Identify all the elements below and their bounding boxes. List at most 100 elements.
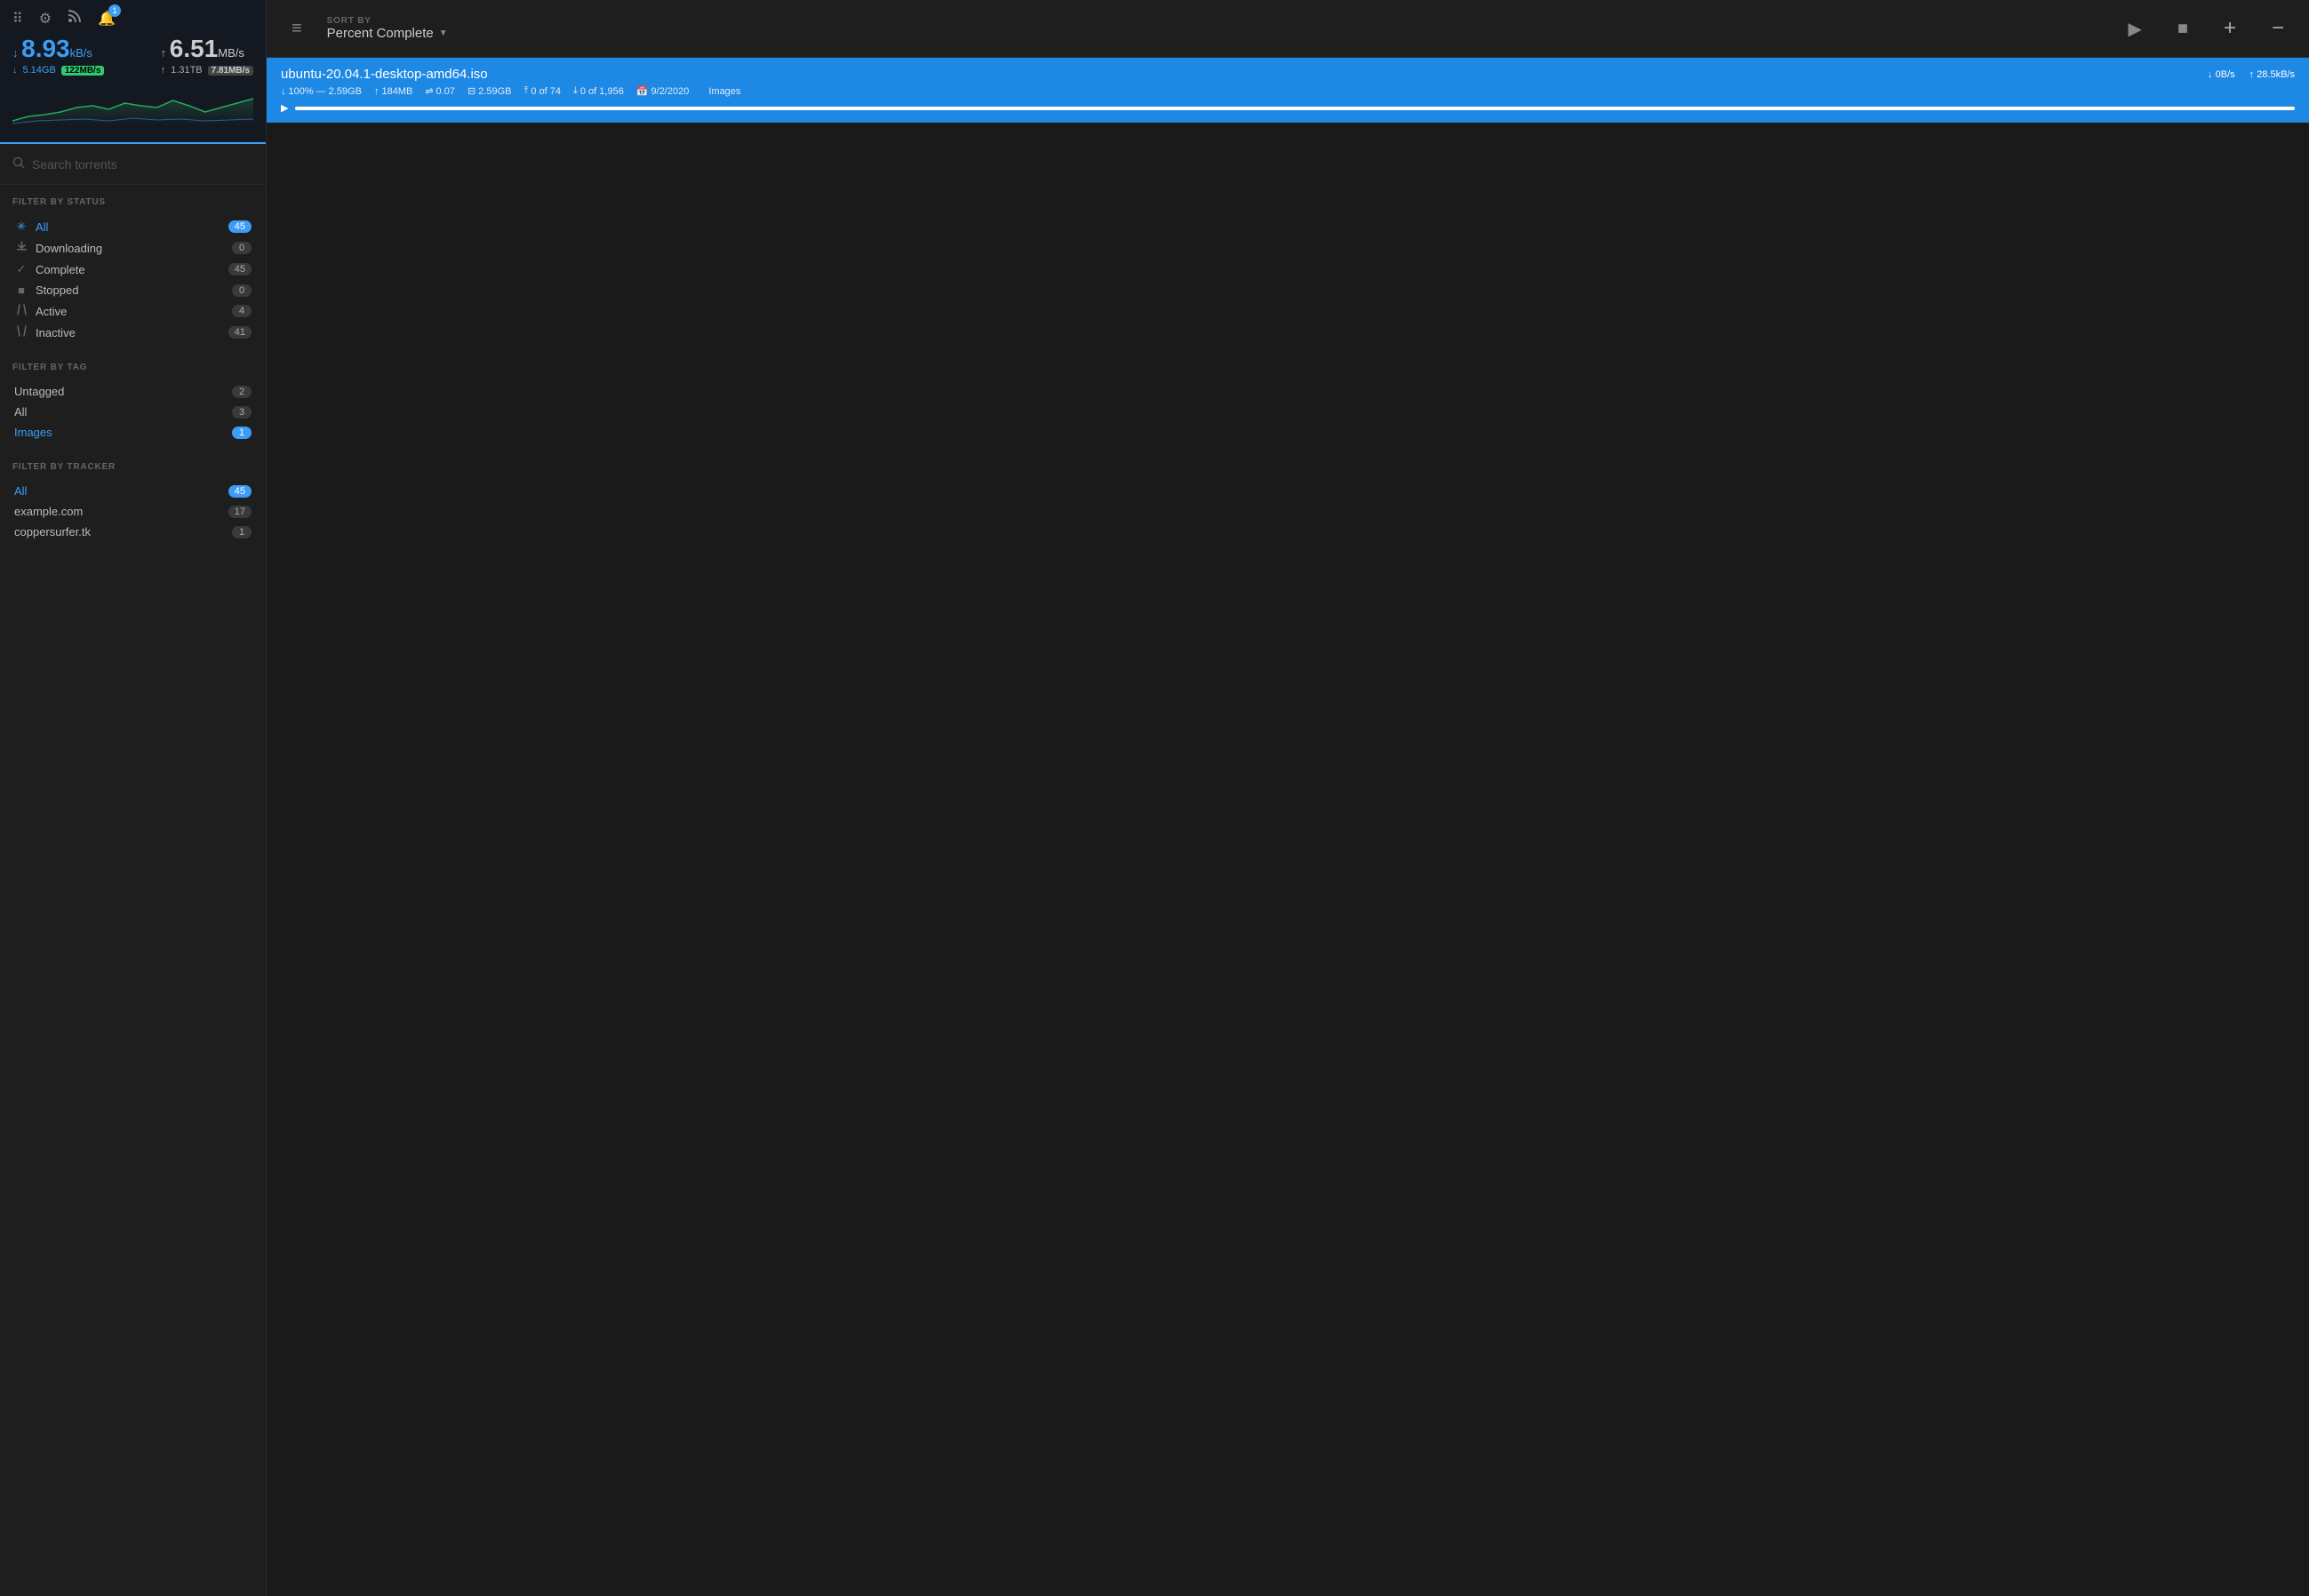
rss-icon[interactable]	[68, 9, 82, 28]
tracker-badge-all: 45	[228, 485, 252, 498]
torrent-name-row: ubuntu-20.04.1-desktop-amd64.iso ↓ 0B/s …	[281, 67, 2295, 82]
torrent-play-icon[interactable]: ▶	[281, 102, 288, 114]
filter-status-complete[interactable]: ✓ Complete 45	[12, 259, 253, 280]
download-speed-unit: kB/s	[70, 46, 92, 60]
hamburger-button[interactable]: ≡	[284, 15, 309, 43]
filter-status-stopped[interactable]: ■ Stopped 0	[12, 280, 253, 300]
search-input[interactable]	[32, 157, 253, 172]
sort-label: SORT BY	[327, 16, 448, 26]
filter-tracker-title: FILTER BY TRACKER	[12, 462, 253, 472]
filter-status-inactive[interactable]: Inactive 41	[12, 322, 253, 343]
inactive-filter-icon	[14, 325, 28, 339]
filter-label-stopped: Stopped	[36, 283, 225, 297]
complete-filter-icon: ✓	[14, 262, 28, 276]
torrent-tag: Images	[708, 85, 740, 97]
filter-badge-downloading: 0	[232, 242, 252, 254]
filter-badge-inactive: 41	[228, 326, 252, 339]
notification-badge: 1	[108, 4, 121, 17]
up-total-icon: ↑	[161, 65, 166, 76]
notification-icon[interactable]: 🔔 1	[98, 10, 116, 28]
tracker-example[interactable]: example.com 17	[12, 501, 253, 522]
tag-badge-images: 1	[232, 427, 252, 439]
upload-speed-unit: MB/s	[218, 46, 244, 60]
tag-label-all: All	[14, 405, 225, 419]
speed-chart	[12, 81, 253, 125]
filter-status-all[interactable]: ✳ All 45	[12, 216, 253, 237]
down-badge: 122MB/s	[61, 66, 105, 76]
torrent-date: 📅 9/2/2020	[636, 85, 690, 97]
filter-label-inactive: Inactive	[36, 326, 221, 339]
upload-speed-section: ↑ 6.51MB/s ↑ 1.31TB 7.81MB/s	[161, 35, 253, 76]
torrent-seeds: ⤒ 0 of 74	[523, 85, 561, 97]
stats-area: ⠿ ⚙ 🔔 1 ↓ 8.93kB/s ↓ 5.14GB 122MB/s	[0, 0, 266, 142]
torrent-list: ubuntu-20.04.1-desktop-amd64.iso ↓ 0B/s …	[267, 58, 2309, 1596]
torrent-percent: ↓ 100% — 2.59GB	[281, 85, 362, 97]
filter-status-downloading[interactable]: Downloading 0	[12, 237, 253, 259]
filter-badge-all: 45	[228, 220, 252, 233]
torrent-peers: ⤓ 0 of 1,956	[573, 85, 624, 97]
play-button[interactable]: ▶	[2121, 14, 2148, 44]
down-total: 5.14GB	[23, 65, 56, 76]
tag-badge-all: 3	[232, 406, 252, 419]
filter-status-section: FILTER BY STATUS ✳ All 45 Downloading 0 …	[0, 185, 266, 350]
tracker-coppersurfer[interactable]: coppersurfer.tk 1	[12, 522, 253, 542]
torrent-item[interactable]: ubuntu-20.04.1-desktop-amd64.iso ↓ 0B/s …	[267, 58, 2309, 124]
torrent-progress-row: ▶	[281, 102, 2295, 114]
tag-images[interactable]: Images 1	[12, 422, 253, 443]
ratio-icon: ⇌	[425, 85, 433, 97]
tag-all[interactable]: All 3	[12, 402, 253, 422]
filter-label-complete: Complete	[36, 263, 221, 276]
filter-status-active[interactable]: Active 4	[12, 300, 253, 322]
upload-speed-value: 6.51	[170, 35, 219, 62]
filter-label-downloading: Downloading	[36, 242, 225, 255]
main-content: ≡ SORT BY Percent Complete ▼ ▶ ■ + − ubu…	[267, 0, 2309, 1596]
tracker-all[interactable]: All 45	[12, 481, 253, 501]
calendar-icon: 📅	[636, 85, 649, 97]
seeds-icon: ⤒	[523, 85, 528, 97]
percent-arrow: ↓	[281, 86, 286, 97]
size-icon: ⊟	[467, 85, 475, 97]
torrent-meta: ↓ 100% — 2.59GB ↑ 184MB ⇌ 0.07 ⊟ 2.59GB	[281, 85, 2295, 97]
torrent-up-speed: ↑ 28.5kB/s	[2249, 69, 2295, 80]
up-icon: ↑	[2249, 69, 2255, 80]
grid-icon[interactable]: ⠿	[12, 10, 23, 28]
filter-status-title: FILTER BY STATUS	[12, 197, 253, 207]
speed-row: ↓ 8.93kB/s ↓ 5.14GB 122MB/s ↑ 6.51MB/s ↑…	[12, 35, 253, 76]
download-speed-section: ↓ 8.93kB/s ↓ 5.14GB 122MB/s	[12, 35, 104, 76]
filter-badge-complete: 45	[228, 263, 252, 275]
sort-arrow-icon: ▼	[439, 28, 448, 38]
chart-area	[12, 81, 253, 125]
torrent-name: ubuntu-20.04.1-desktop-amd64.iso	[281, 67, 488, 82]
tracker-badge-example: 17	[228, 506, 252, 518]
torrent-total-size: ⊟ 2.59GB	[467, 85, 512, 97]
gear-icon[interactable]: ⚙	[39, 10, 52, 28]
tag-untagged[interactable]: Untagged 2	[12, 381, 253, 402]
up-badge: 7.81MB/s	[208, 66, 253, 76]
header-bar: ≡ SORT BY Percent Complete ▼ ▶ ■ + −	[267, 0, 2309, 58]
header-actions: ▶ ■ + −	[2121, 12, 2291, 44]
filter-tag-title: FILTER BY TAG	[12, 363, 253, 372]
sort-value[interactable]: Percent Complete ▼	[327, 26, 448, 41]
tracker-label-all: All	[14, 484, 221, 498]
filter-label-all: All	[36, 220, 221, 234]
tag-label-untagged: Untagged	[14, 385, 225, 398]
tracker-label-coppersurfer: coppersurfer.tk	[14, 525, 225, 539]
filter-badge-active: 4	[232, 305, 252, 317]
progress-bar-bg	[295, 107, 2295, 110]
search-icon	[12, 156, 25, 172]
add-button[interactable]: +	[2217, 12, 2243, 44]
sort-value-text: Percent Complete	[327, 26, 434, 41]
tag-label-images: Images	[14, 426, 225, 439]
active-filter-icon	[14, 304, 28, 318]
stopped-filter-icon: ■	[14, 283, 28, 297]
filter-tracker-section: FILTER BY TRACKER All 45 example.com 17 …	[0, 450, 266, 549]
peers-icon: ⤓	[573, 85, 578, 97]
down-total-icon: ↓	[12, 65, 18, 76]
stop-button[interactable]: ■	[2170, 15, 2195, 43]
search-container	[0, 144, 266, 185]
filter-badge-stopped: 0	[232, 284, 252, 297]
torrent-ratio: ⇌ 0.07	[425, 85, 455, 97]
remove-button[interactable]: −	[2265, 12, 2291, 44]
all-filter-icon: ✳	[14, 219, 28, 234]
tag-badge-untagged: 2	[232, 386, 252, 398]
